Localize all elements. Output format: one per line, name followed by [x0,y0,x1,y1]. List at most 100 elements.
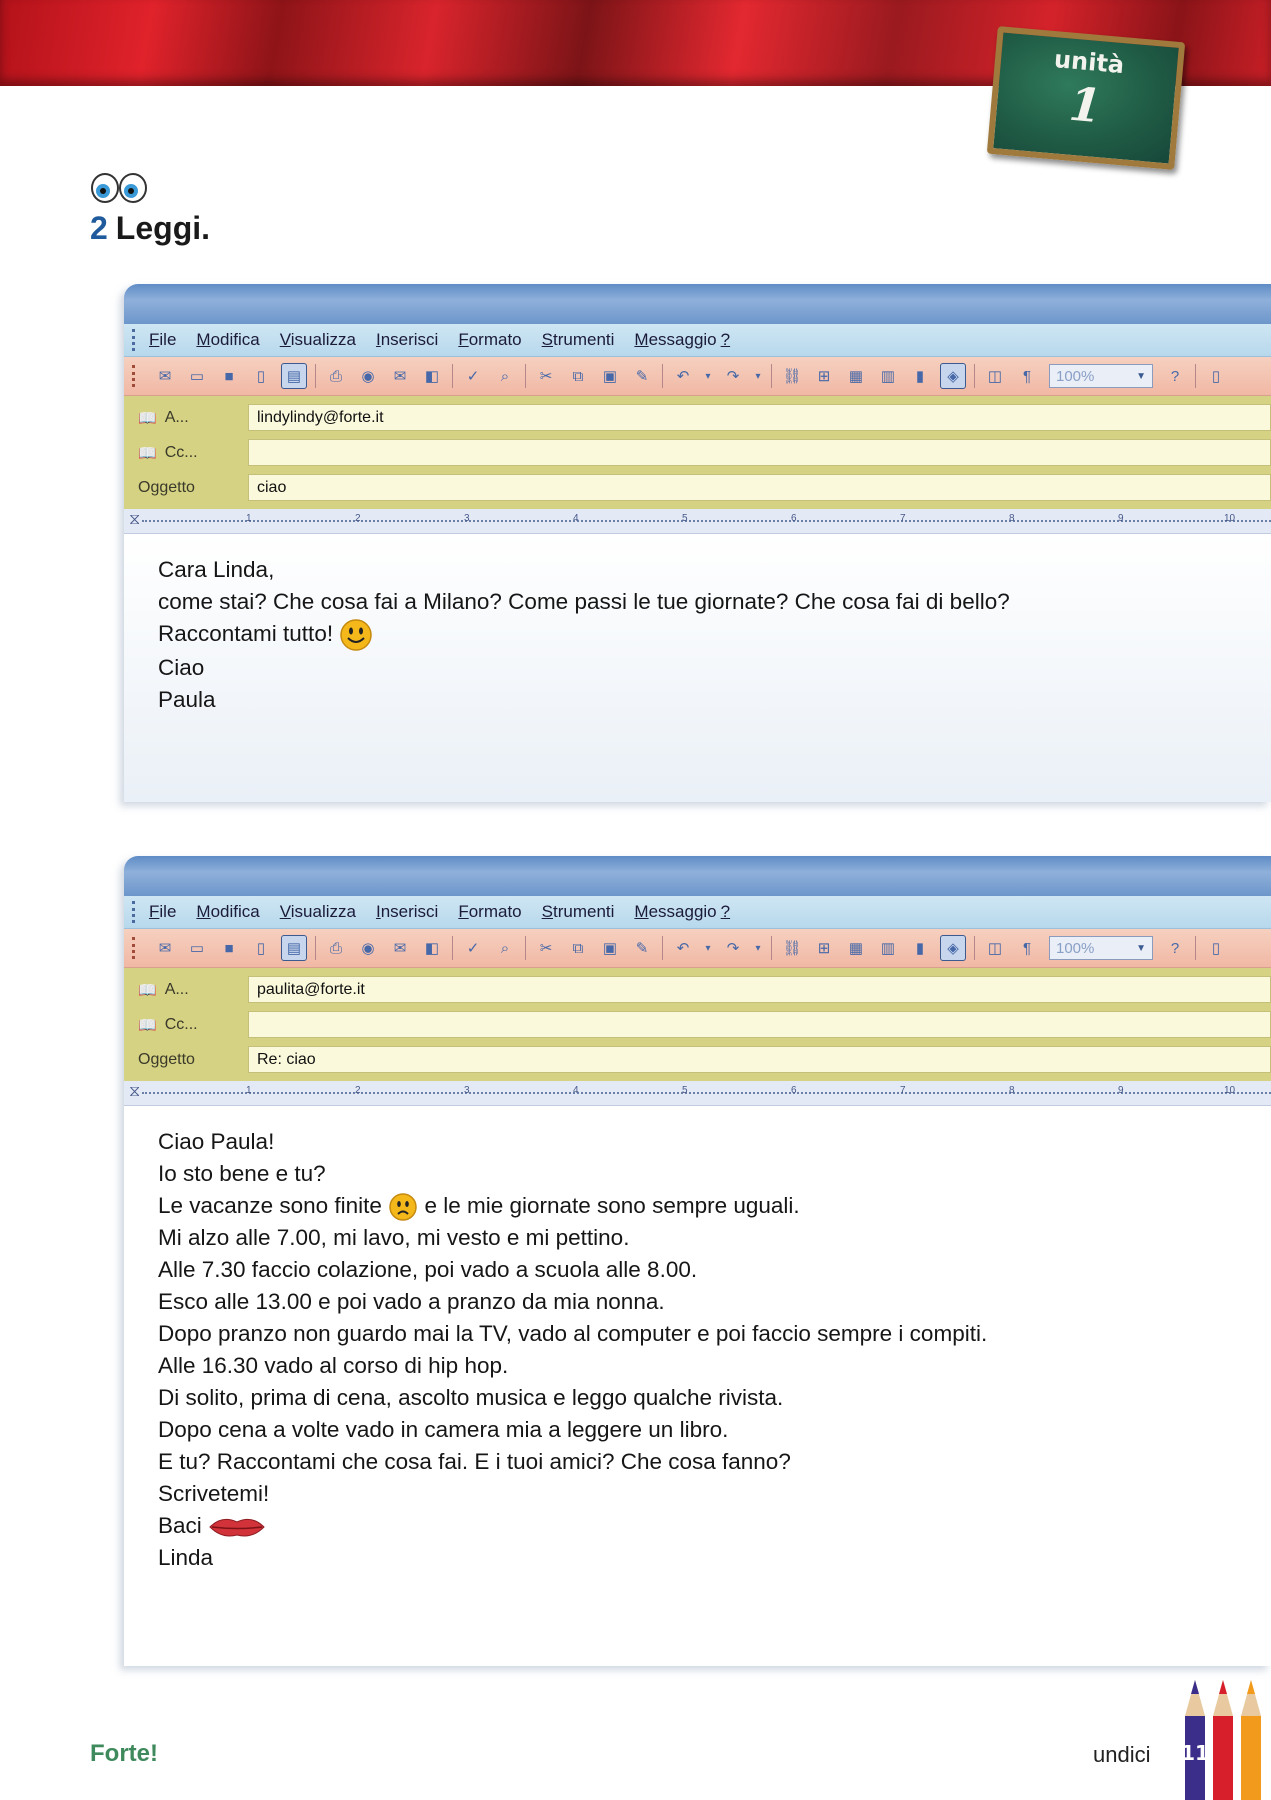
undo-dropdown-icon[interactable]: ▾ [703,364,713,388]
drawing-icon[interactable]: ◈ [940,935,966,961]
attach-icon[interactable]: ▯ [249,364,273,388]
to-field[interactable]: paulita@forte.it [248,976,1271,1003]
message-body[interactable]: Cara Linda, come stai? Che cosa fai a Mi… [124,534,1271,802]
to-label-button[interactable]: 📖 A... [124,981,248,999]
cc-label-button[interactable]: 📖 Cc... [124,444,248,462]
ruler[interactable]: ⧖ 1 2 3 4 5 6 7 8 9 10 [124,509,1271,534]
undo-dropdown-icon[interactable]: ▾ [703,936,713,960]
hyperlink-icon[interactable]: ⛓ [780,364,804,388]
zoom-select[interactable]: 100% ▼ [1049,936,1153,960]
copy-icon[interactable]: ⧉ [566,364,590,388]
menu-inserisci[interactable]: Inserisci [376,330,438,350]
spell-globe-icon[interactable]: ◉ [356,936,380,960]
redo-icon[interactable]: ↷ [721,936,745,960]
menu-messaggio[interactable]: Messaggio [634,902,716,922]
redo-dropdown-icon[interactable]: ▾ [753,364,763,388]
menu-formato[interactable]: Formato [458,330,521,350]
toolbar: ✉ ▭ ■ ▯ ▤ ⎙ ◉ ✉ ◧ ✓ ⌕ ✂ ⧉ ▣ ✎ ↶ ▾ ↷ ▾ ⛓ … [124,357,1271,396]
menu-strumenti[interactable]: Strumenti [542,330,615,350]
menu-help[interactable]: ? [721,330,730,350]
open-folder-icon[interactable]: ▭ [185,936,209,960]
toolbar-grip[interactable] [132,365,139,387]
format-painter-icon[interactable]: ✎ [630,364,654,388]
ruler[interactable]: ⧖ 1 2 3 4 5 6 7 8 9 10 [124,1081,1271,1106]
exercise-number: 2 [90,210,108,246]
menu-file[interactable]: File [149,902,176,922]
help-icon[interactable]: ? [1163,364,1187,388]
menu-formato[interactable]: Formato [458,902,521,922]
research-icon[interactable]: ⌕ [493,364,517,388]
to-field[interactable]: lindylindy@forte.it [248,404,1271,431]
mail-icon[interactable]: ✉ [388,936,412,960]
cut-icon[interactable]: ✂ [534,364,558,388]
menu-grip[interactable] [132,901,139,923]
cc-field[interactable] [248,439,1271,466]
message-body[interactable]: Ciao Paula! Io sto bene e tu? Le vacanze… [124,1106,1271,1666]
menu-grip[interactable] [132,329,139,351]
tables-icon[interactable]: ⊞ [812,364,836,388]
spellcheck-icon[interactable]: ✓ [461,936,485,960]
paste-icon[interactable]: ▣ [598,936,622,960]
redo-dropdown-icon[interactable]: ▾ [753,936,763,960]
document-map-icon[interactable]: ◫ [983,936,1007,960]
zoom-select[interactable]: 100% ▼ [1049,364,1153,388]
insert-table-icon[interactable]: ▦ [844,936,868,960]
menu-help[interactable]: ? [721,902,730,922]
document-map-icon[interactable]: ◫ [983,364,1007,388]
pilcrow-icon[interactable]: ¶ [1015,364,1039,388]
print-preview-icon[interactable]: ▤ [281,363,307,389]
to-label-button[interactable]: 📖 A... [124,409,248,427]
print-icon[interactable]: ⎙ [324,364,348,388]
insert-spreadsheet-icon[interactable]: ▥ [876,364,900,388]
menu-strumenti[interactable]: Strumenti [542,902,615,922]
tables-icon[interactable]: ⊞ [812,936,836,960]
body-line: Mi alzo alle 7.00, mi lavo, mi vesto e m… [158,1225,630,1251]
indent-marker-icon[interactable]: ⧖ [129,1083,140,1101]
subject-field[interactable]: ciao [248,474,1271,501]
read-icon[interactable]: ▯ [1204,364,1228,388]
research-icon[interactable]: ⌕ [493,936,517,960]
menu-visualizza[interactable]: Visualizza [280,902,356,922]
redo-icon[interactable]: ↷ [721,364,745,388]
print-icon[interactable]: ⎙ [324,936,348,960]
preview-icon[interactable]: ◧ [420,936,444,960]
cc-field[interactable] [248,1011,1271,1038]
menu-file[interactable]: File [149,330,176,350]
spellcheck-icon[interactable]: ✓ [461,364,485,388]
drawing-icon[interactable]: ◈ [940,363,966,389]
print-preview-icon[interactable]: ▤ [281,935,307,961]
pilcrow-icon[interactable]: ¶ [1015,936,1039,960]
indent-marker-icon[interactable]: ⧖ [129,511,140,529]
menu-visualizza[interactable]: Visualizza [280,330,356,350]
send-icon[interactable]: ✉ [153,936,177,960]
save-icon[interactable]: ■ [217,936,241,960]
cut-icon[interactable]: ✂ [534,936,558,960]
format-painter-icon[interactable]: ✎ [630,936,654,960]
columns-icon[interactable]: ▮ [908,936,932,960]
insert-spreadsheet-icon[interactable]: ▥ [876,936,900,960]
insert-table-icon[interactable]: ▦ [844,364,868,388]
mail-icon[interactable]: ✉ [388,364,412,388]
spell-globe-icon[interactable]: ◉ [356,364,380,388]
help-icon[interactable]: ? [1163,936,1187,960]
cc-label-button[interactable]: 📖 Cc... [124,1016,248,1034]
save-icon[interactable]: ■ [217,364,241,388]
read-icon[interactable]: ▯ [1204,936,1228,960]
menu-inserisci[interactable]: Inserisci [376,902,438,922]
attach-icon[interactable]: ▯ [249,936,273,960]
paste-icon[interactable]: ▣ [598,364,622,388]
toolbar-grip[interactable] [132,937,139,959]
columns-icon[interactable]: ▮ [908,364,932,388]
menu-messaggio[interactable]: Messaggio [634,330,716,350]
menu-modifica[interactable]: Modifica [196,902,259,922]
undo-icon[interactable]: ↶ [671,364,695,388]
undo-icon[interactable]: ↶ [671,936,695,960]
subject-field[interactable]: Re: ciao [248,1046,1271,1073]
copy-icon[interactable]: ⧉ [566,936,590,960]
body-line: E tu? Raccontami che cosa fai. E i tuoi … [158,1449,791,1475]
preview-icon[interactable]: ◧ [420,364,444,388]
open-folder-icon[interactable]: ▭ [185,364,209,388]
hyperlink-icon[interactable]: ⛓ [780,936,804,960]
send-icon[interactable]: ✉ [153,364,177,388]
menu-modifica[interactable]: Modifica [196,330,259,350]
